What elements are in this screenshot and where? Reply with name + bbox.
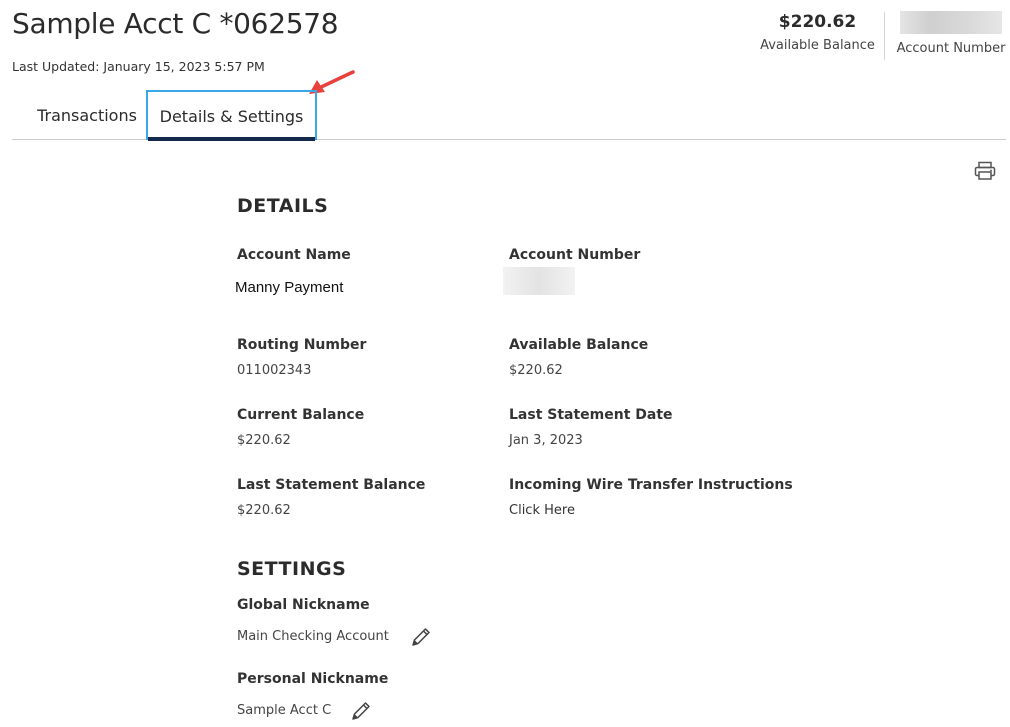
redacted-account-number <box>900 11 1002 34</box>
page-title: Sample Acct C *062578 <box>12 7 339 40</box>
available-balance-value: $220.62 <box>509 363 563 378</box>
header-divider <box>884 12 885 60</box>
last-statement-balance-value: $220.62 <box>237 503 291 518</box>
current-balance-label: Current Balance <box>237 407 365 423</box>
balance-amount: $220.62 <box>778 12 857 32</box>
last-statement-balance-label: Last Statement Balance <box>237 477 426 493</box>
account-name-value: Manny Payment <box>235 279 344 296</box>
available-balance-label: Available Balance <box>509 337 649 353</box>
routing-number-value: 011002343 <box>237 363 312 378</box>
wire-instructions-label: Incoming Wire Transfer Instructions <box>509 477 793 493</box>
last-statement-date-value: Jan 3, 2023 <box>509 433 583 448</box>
account-number-summary: Account Number <box>892 11 1010 56</box>
current-balance-value: $220.62 <box>237 433 291 448</box>
available-balance-summary: $220.62 Available Balance <box>755 12 880 53</box>
tab-transactions[interactable]: Transactions <box>22 90 152 140</box>
wire-instructions-link[interactable]: Click Here <box>509 503 575 518</box>
details-heading: DETAILS <box>237 195 329 217</box>
account-number-field-label: Account Number <box>509 247 641 263</box>
tab-bar: Transactions Details & Settings <box>12 90 1006 141</box>
balance-label: Available Balance <box>760 38 875 53</box>
last-statement-date-label: Last Statement Date <box>509 407 673 423</box>
edit-global-nickname-pencil-icon[interactable] <box>410 626 432 648</box>
printer-icon[interactable] <box>974 161 996 181</box>
tab-details-settings[interactable]: Details & Settings <box>146 90 317 141</box>
settings-heading: SETTINGS <box>237 558 347 580</box>
personal-nickname-label: Personal Nickname <box>237 671 389 687</box>
personal-nickname-value: Sample Acct C <box>237 703 332 718</box>
global-nickname-value: Main Checking Account <box>237 629 389 644</box>
last-updated: Last Updated: January 15, 2023 5:57 PM <box>12 59 265 74</box>
account-name-label: Account Name <box>237 247 351 263</box>
account-number-label: Account Number <box>896 41 1006 56</box>
redacted-account-number-field <box>503 267 575 295</box>
routing-number-label: Routing Number <box>237 337 367 353</box>
global-nickname-label: Global Nickname <box>237 597 370 613</box>
edit-personal-nickname-pencil-icon[interactable] <box>350 700 372 722</box>
